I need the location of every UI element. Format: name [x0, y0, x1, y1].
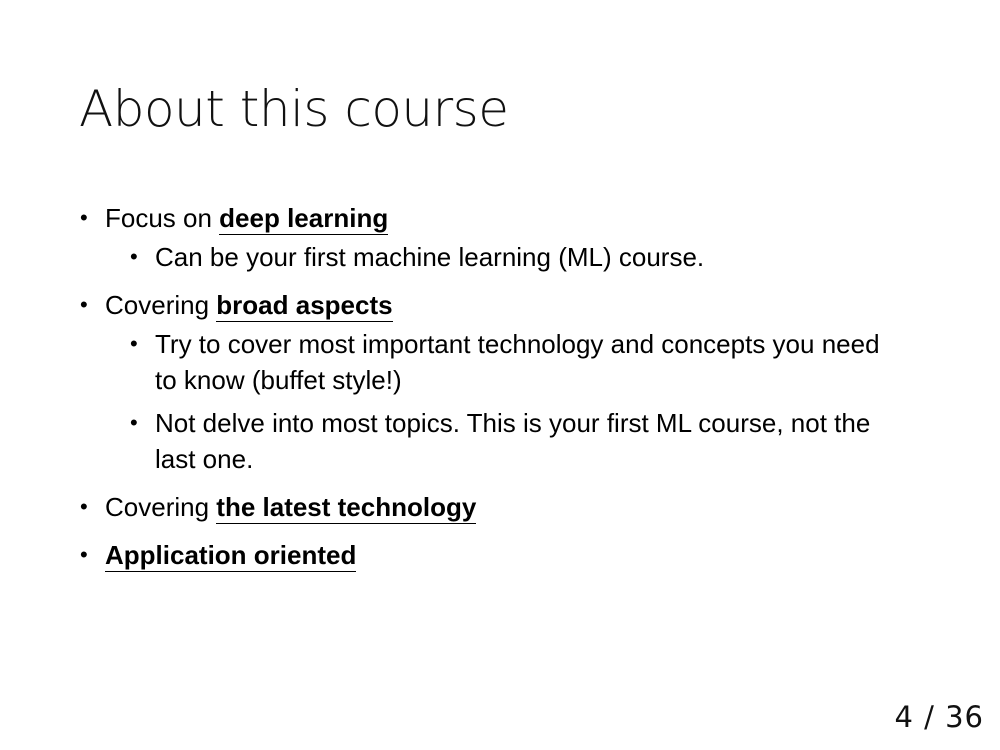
page-number: 4 / 36: [894, 700, 984, 734]
bullet-emphasis: Application oriented: [105, 540, 357, 572]
sub-bullet-text: Try to cover most important technology a…: [155, 329, 880, 395]
bullet-emphasis: the latest technology: [216, 492, 477, 524]
bullet-icon: •: [130, 410, 138, 435]
bullet-icon: •: [80, 205, 88, 230]
bullet-text: Covering: [105, 492, 217, 522]
bullet-text: Covering: [105, 290, 217, 320]
bullet-item-application-oriented: • Application oriented: [78, 537, 918, 573]
sub-bullet-text: Not delve into most topics. This is your…: [155, 408, 871, 474]
bullet-emphasis: deep learning: [219, 203, 389, 235]
slide-title: About this course: [79, 80, 509, 138]
sub-bullet-item: • Can be your first machine learning (ML…: [78, 239, 895, 275]
bullet-item-broad-aspects: • Covering broad aspects: [78, 287, 918, 323]
bullet-icon: •: [80, 292, 88, 317]
bullet-text: Focus on: [105, 203, 220, 233]
bullet-icon: •: [130, 244, 138, 269]
sub-bullet-item: • Try to cover most important technology…: [78, 326, 895, 398]
sub-bullet-text: Can be your first machine learning (ML) …: [155, 242, 705, 272]
bullet-icon: •: [130, 331, 138, 356]
bullet-item-deep-learning: • Focus on deep learning: [78, 200, 918, 236]
bullet-icon: •: [80, 494, 88, 519]
sub-bullet-item: • Not delve into most topics. This is yo…: [78, 405, 895, 477]
bullet-icon: •: [80, 542, 88, 567]
bullet-list: • Focus on deep learning • Can be your f…: [78, 200, 918, 582]
bullet-item-latest-technology: • Covering the latest technology: [78, 489, 918, 525]
bullet-emphasis: broad aspects: [216, 290, 393, 322]
